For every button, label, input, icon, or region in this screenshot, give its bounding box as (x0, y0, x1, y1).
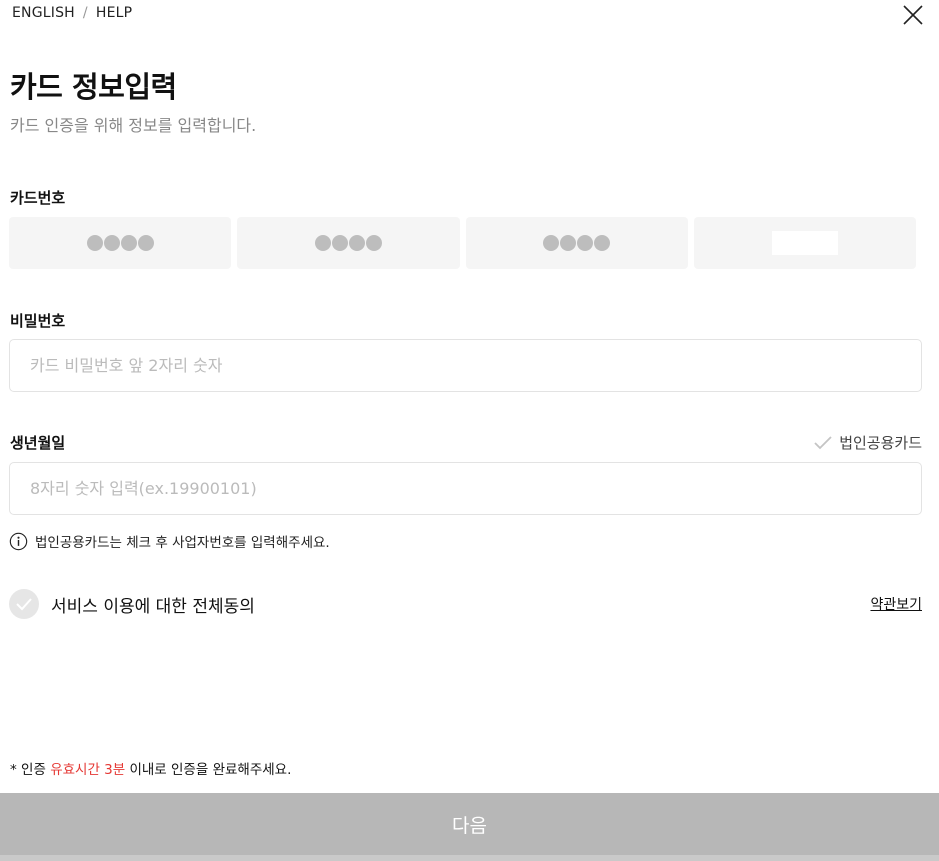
page-subtitle: 카드 인증을 위해 정보를 입력합니다. (10, 116, 257, 135)
agree-all-label: 서비스 이용에 대한 전체동의 (51, 596, 255, 617)
masked-dot (594, 235, 611, 251)
birthdate-label: 생년월일 (10, 434, 66, 452)
masked-dot (103, 235, 120, 251)
check-icon (16, 598, 32, 611)
page-title: 카드 정보입력 (10, 70, 177, 104)
footnote-prefix: * 인증 (10, 762, 51, 778)
masked-dot (86, 235, 103, 251)
card-number-fields (9, 217, 916, 269)
agree-all-checkbox[interactable]: 서비스 이용에 대한 전체동의 (9, 589, 255, 619)
help-link[interactable]: HELP (96, 5, 132, 21)
corporate-card-label: 법인공용카드 (839, 434, 922, 452)
notice-text: 법인공용카드는 체크 후 사업자번호를 입력해주세요. (35, 535, 330, 551)
view-terms-link[interactable]: 약관보기 (870, 594, 922, 614)
card-number-segment-3[interactable] (465, 217, 688, 269)
nav-separator: / (82, 5, 88, 21)
masked-dot (137, 235, 154, 251)
masked-digits (543, 235, 611, 251)
masked-digits (86, 235, 154, 251)
masked-dot (577, 235, 594, 251)
corporate-card-notice: 법인공용카드는 체크 후 사업자번호를 입력해주세요. (9, 531, 330, 551)
time-limit-notice: * 인증 유효시간 3분 이내로 인증을 완료해주세요. (10, 758, 291, 778)
card-number-label: 카드번호 (10, 189, 66, 207)
time-limit-highlight: 유효시간 3분 (50, 762, 126, 778)
bottom-border (0, 855, 939, 861)
masked-dot (365, 235, 382, 251)
card-number-segment-2[interactable] (237, 217, 460, 269)
footnote-suffix: 이내로 인증을 완료해주세요. (125, 762, 292, 778)
masked-dot (331, 235, 348, 251)
english-link[interactable]: ENGLISH (12, 5, 75, 21)
masked-dot (560, 235, 577, 251)
birthdate-input[interactable] (9, 462, 922, 515)
masked-digits (314, 235, 382, 251)
masked-dot (543, 235, 560, 251)
next-button[interactable]: 다음 (0, 793, 939, 855)
password-label: 비밀번호 (10, 312, 66, 330)
corporate-card-checkbox[interactable]: 법인공용카드 (813, 432, 922, 453)
card-number-segment-1[interactable] (9, 217, 232, 269)
masked-dot (314, 235, 331, 251)
check-icon (814, 435, 832, 449)
top-nav: ENGLISH / HELP (12, 5, 132, 21)
card-number-segment-4[interactable] (693, 217, 916, 269)
close-icon[interactable] (902, 4, 924, 26)
password-input[interactable] (9, 339, 922, 392)
masked-dot (120, 235, 137, 251)
card-number-segment-4-input[interactable] (771, 231, 838, 255)
masked-dot (348, 235, 365, 251)
agree-check-circle (9, 589, 39, 619)
info-icon (9, 532, 28, 550)
